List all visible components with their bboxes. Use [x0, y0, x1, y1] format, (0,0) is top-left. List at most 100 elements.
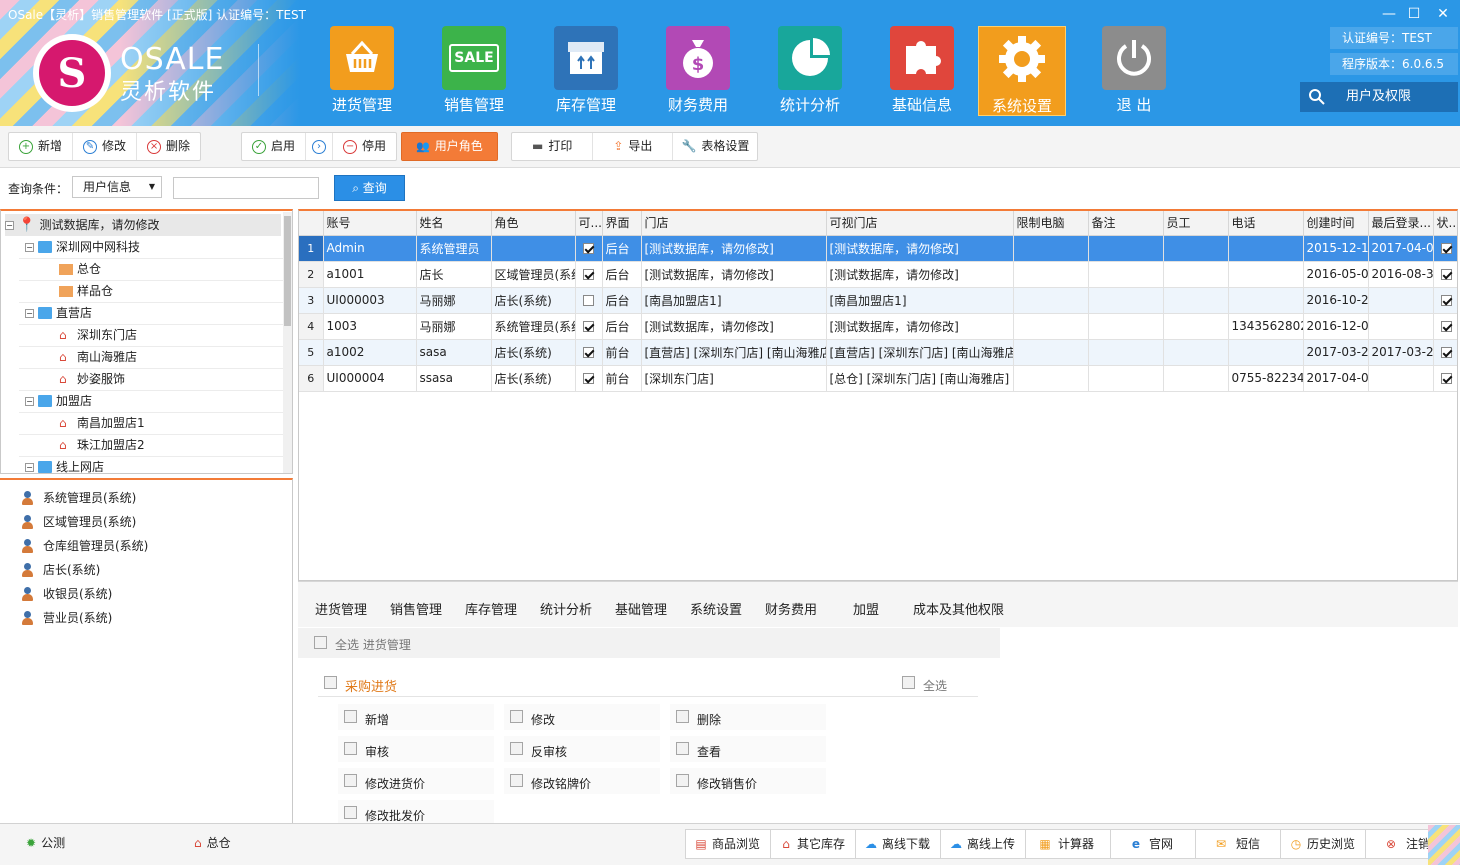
query-field-select[interactable]: 用户信息 ▼: [72, 176, 162, 198]
tree-node[interactable]: − 深圳网中网科技: [25, 236, 140, 258]
tree-scrollbar[interactable]: [283, 212, 292, 473]
logout-button[interactable]: ⊗ 注销: [1365, 829, 1435, 859]
collapse-icon[interactable]: −: [25, 308, 34, 318]
website-button[interactable]: e 官网: [1110, 829, 1196, 859]
column-header[interactable]: 界面: [602, 211, 642, 236]
table-row[interactable]: 1 Admin 系统管理员 后台 [测试数据库，请勿修改] [测试数据库，请勿修改] 201…: [299, 235, 1457, 262]
collapse-icon[interactable]: −: [25, 462, 34, 472]
offline-download-button[interactable]: ☁ 离线下载: [855, 829, 941, 859]
perm-checkbox[interactable]: [510, 710, 523, 723]
tab-cost-other[interactable]: 成本及其他权限: [913, 599, 1004, 618]
tree-node[interactable]: ⌂ 珠江加盟店2: [59, 434, 145, 456]
table-row[interactable]: 2a1001店长区域管理员(系统)后台[测试数据库，请勿修改][测试数据库，请勿…: [299, 261, 1457, 288]
checkbox[interactable]: [1440, 243, 1452, 254]
user-role-button[interactable]: 👥 用户角色: [402, 133, 497, 160]
minimize-button[interactable]: —: [1380, 5, 1398, 23]
goods-browse-button[interactable]: ▤ 商品浏览: [685, 829, 771, 859]
tree-node[interactable]: − 线上网店: [25, 456, 104, 473]
module-statistics[interactable]: 统计分析: [766, 26, 854, 116]
tab-basic[interactable]: 基础管理: [615, 599, 667, 618]
disable-button[interactable]: − 停用: [333, 133, 396, 160]
checkbox[interactable]: [583, 295, 594, 306]
perm-checkbox[interactable]: [344, 774, 357, 787]
column-header[interactable]: 电话: [1228, 211, 1304, 236]
list-item[interactable]: 区域管理员(系统): [22, 512, 136, 532]
module-exit[interactable]: 退 出: [1090, 26, 1178, 116]
column-header[interactable]: 门店: [641, 211, 827, 236]
list-item[interactable]: 营业员(系统): [22, 608, 112, 628]
enable-button[interactable]: ✓ 启用: [242, 133, 307, 160]
history-button[interactable]: ◷ 历史浏览: [1280, 829, 1366, 859]
collapse-icon[interactable]: −: [25, 242, 34, 252]
module-basic-info[interactable]: 基础信息: [878, 26, 966, 116]
query-button[interactable]: ⌕ 查询: [334, 175, 405, 201]
perm-checkbox[interactable]: [676, 774, 689, 787]
tree-node-root[interactable]: − 📍 测试数据库，请勿修改: [5, 214, 281, 236]
sms-button[interactable]: ✉ 短信: [1195, 829, 1281, 859]
delete-button[interactable]: × 删除: [137, 133, 200, 160]
tree-node[interactable]: − 加盟店: [25, 390, 92, 412]
group-select-all-checkbox[interactable]: [902, 676, 915, 689]
checkbox[interactable]: [1440, 269, 1452, 280]
table-row[interactable]: 3 UI000003 马丽娜 店长(系统) 后台 [南昌加盟店1] [南昌加盟店1] 2016…: [299, 287, 1457, 314]
column-header[interactable]: 姓名: [416, 211, 492, 236]
tree-node[interactable]: ⌂ 妙姿服饰: [59, 368, 125, 390]
perm-checkbox[interactable]: [676, 742, 689, 755]
checkbox[interactable]: [1440, 347, 1452, 358]
table-row[interactable]: 41003马丽娜系统管理员(系统)后台[测试数据库，请勿修改][测试数据库，请勿…: [299, 313, 1457, 340]
column-header[interactable]: 可...: [575, 211, 603, 236]
tab-sales[interactable]: 销售管理: [390, 599, 442, 618]
list-item[interactable]: 店长(系统): [22, 560, 100, 580]
checkbox[interactable]: [1440, 373, 1452, 384]
column-header[interactable]: 备注: [1088, 211, 1164, 236]
offline-upload-button[interactable]: ☁ 离线上传: [940, 829, 1026, 859]
tab-inventory[interactable]: 库存管理: [465, 599, 517, 618]
table-settings-button[interactable]: 🔧 表格设置: [673, 133, 757, 160]
tab-statistics[interactable]: 统计分析: [540, 599, 592, 618]
tree-node[interactable]: ⌂ 南山海雅店: [59, 346, 137, 368]
checkbox[interactable]: [1440, 321, 1452, 332]
list-item[interactable]: 系统管理员(系统): [22, 488, 136, 508]
column-header[interactable]: 可视门店: [826, 211, 1014, 236]
table-row[interactable]: 6 UI000004 ssasa 店长(系统) 前台 [深圳东门店] [总仓] [深圳东门店…: [299, 365, 1457, 392]
tab-finance[interactable]: 财务费用: [765, 599, 817, 618]
perm-checkbox[interactable]: [676, 710, 689, 723]
group-checkbox[interactable]: [324, 676, 337, 689]
module-inventory[interactable]: 库存管理: [542, 26, 630, 116]
column-header[interactable]: 最后登录...: [1368, 211, 1434, 236]
module-sales[interactable]: SALE 销售管理: [430, 26, 518, 116]
tree-node[interactable]: − 直营店: [25, 302, 92, 324]
tree-node[interactable]: 样品仓: [59, 280, 113, 302]
column-header[interactable]: 状...: [1433, 211, 1457, 236]
tab-system[interactable]: 系统设置: [690, 599, 742, 618]
select-all-module-checkbox[interactable]: [314, 636, 327, 649]
next-arrow-button[interactable]: ›: [306, 133, 334, 160]
list-item[interactable]: 仓库组管理员(系统): [22, 536, 148, 556]
tree-node[interactable]: ⌂ 深圳东门店: [59, 324, 137, 346]
tree-node[interactable]: ⌂ 南昌加盟店1: [59, 412, 145, 434]
column-header[interactable]: 限制电脑: [1013, 211, 1089, 236]
maximize-button[interactable]: ☐: [1405, 5, 1423, 23]
current-store[interactable]: ⌂ 总仓: [194, 834, 231, 851]
print-button[interactable]: ▬ 打印: [512, 133, 594, 160]
tree-node[interactable]: 总仓: [59, 258, 101, 280]
perm-checkbox[interactable]: [510, 742, 523, 755]
module-finance[interactable]: $ 财务费用: [654, 26, 742, 116]
edit-button[interactable]: ✎ 修改: [73, 133, 138, 160]
perm-checkbox[interactable]: [344, 806, 357, 819]
close-button[interactable]: ✕: [1434, 5, 1452, 23]
checkbox[interactable]: [1440, 295, 1452, 306]
collapse-icon[interactable]: −: [5, 220, 14, 230]
calculator-button[interactable]: ▦ 计算器: [1025, 829, 1111, 859]
collapse-icon[interactable]: −: [25, 396, 34, 406]
module-system-settings[interactable]: 系统设置: [978, 26, 1066, 116]
column-header[interactable]: 角色: [491, 211, 576, 236]
checkbox[interactable]: [583, 373, 594, 384]
checkbox[interactable]: [583, 243, 594, 254]
tab-franchise[interactable]: 加盟: [853, 599, 879, 618]
column-header[interactable]: 员工: [1163, 211, 1229, 236]
scroll-thumb[interactable]: [284, 216, 291, 326]
export-button[interactable]: ⇪ 导出: [593, 133, 674, 160]
other-stock-button[interactable]: ⌂ 其它库存: [770, 829, 856, 859]
checkbox[interactable]: [583, 347, 594, 358]
